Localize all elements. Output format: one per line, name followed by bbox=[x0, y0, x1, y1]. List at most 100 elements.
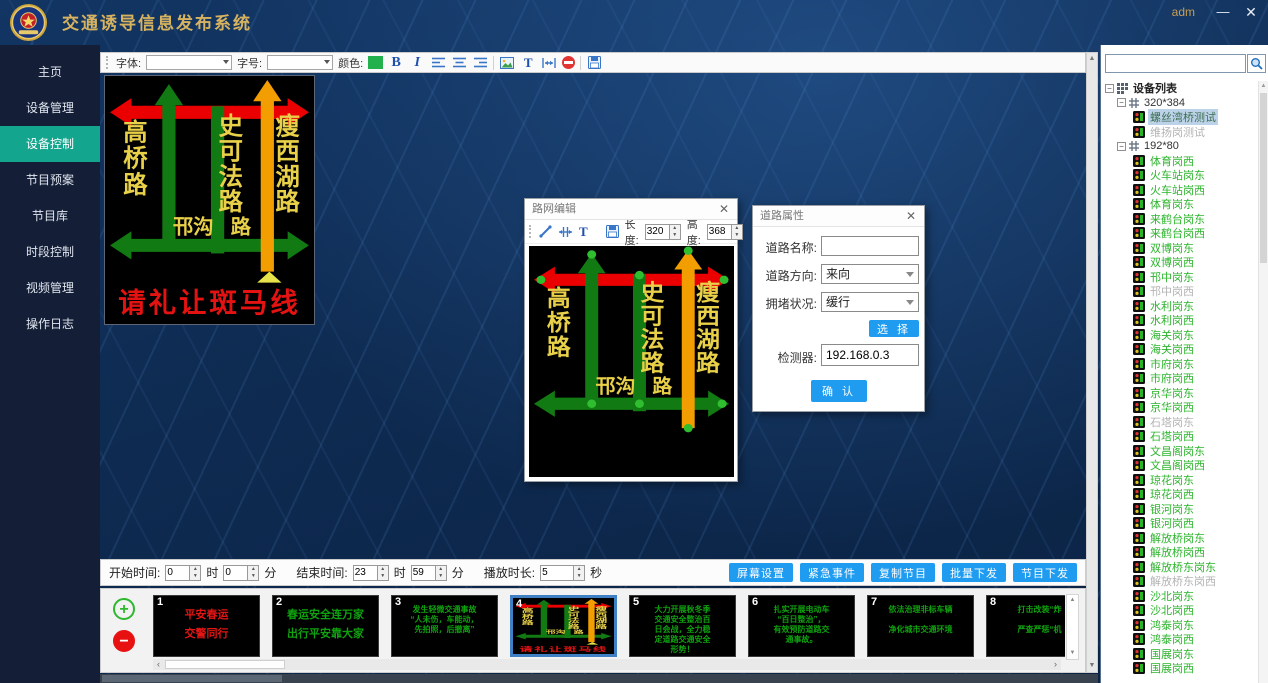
step-down-icon[interactable]: ▼ bbox=[732, 232, 742, 239]
tree-device-解放桥岗西[interactable]: 解放桥岗西 bbox=[1101, 545, 1259, 560]
align-center-icon[interactable] bbox=[451, 55, 467, 71]
start-hour-input[interactable] bbox=[165, 565, 190, 581]
program-thumbnail-4[interactable]: 4高桥路史可法路瘦西湖路邗沟路请礼让斑马线 bbox=[510, 595, 617, 657]
step-down-icon[interactable]: ▼ bbox=[378, 573, 388, 580]
collapse-toggle-icon[interactable]: − bbox=[1117, 142, 1126, 151]
sidebar-item-4[interactable]: 节目预案 bbox=[0, 162, 100, 198]
step-up-icon[interactable]: ▲ bbox=[670, 225, 680, 232]
tree-device-市府岗东[interactable]: 市府岗东 bbox=[1101, 357, 1259, 372]
edit-handle[interactable] bbox=[635, 271, 644, 279]
tree-device-文昌阁岗东[interactable]: 文昌阁岗东 bbox=[1101, 444, 1259, 459]
step-up-icon[interactable]: ▲ bbox=[574, 566, 584, 573]
road-direction-select[interactable]: 来向 bbox=[821, 264, 919, 284]
tree-device-维扬岗测试[interactable]: 维扬岗测试 bbox=[1101, 125, 1259, 140]
italic-icon[interactable]: I bbox=[409, 55, 425, 71]
tree-device-火车站岗东[interactable]: 火车站岗东 bbox=[1101, 168, 1259, 183]
edit-handle[interactable] bbox=[684, 246, 693, 254]
main-horizontal-scrollbar[interactable] bbox=[100, 674, 1098, 683]
road-name-input[interactable] bbox=[821, 236, 919, 256]
length-input[interactable] bbox=[645, 224, 670, 240]
tree-device-银河岗西[interactable]: 银河岗西 bbox=[1101, 516, 1259, 531]
playlist-vertical-scrollbar[interactable]: ▲ ▼ bbox=[1066, 594, 1079, 660]
minimize-button[interactable]: — bbox=[1212, 2, 1234, 22]
tree-device-琼花岗东[interactable]: 琼花岗东 bbox=[1101, 473, 1259, 488]
close-icon[interactable]: ✕ bbox=[904, 206, 918, 227]
sidebar-item-6[interactable]: 时段控制 bbox=[0, 234, 100, 270]
tree-device-琼花岗西[interactable]: 琼花岗西 bbox=[1101, 487, 1259, 502]
tree-device-国展岗西[interactable]: 国展岗西 bbox=[1101, 661, 1259, 676]
scroll-up-icon[interactable]: ▲ bbox=[1087, 53, 1097, 65]
step-down-icon[interactable]: ▼ bbox=[574, 573, 584, 580]
congestion-select[interactable]: 缓行 bbox=[821, 292, 919, 312]
collapse-toggle-icon[interactable]: − bbox=[1105, 84, 1114, 93]
scrollbar-thumb[interactable] bbox=[165, 660, 285, 669]
font-size-select[interactable] bbox=[267, 55, 333, 70]
step-up-icon[interactable]: ▲ bbox=[436, 566, 446, 573]
program-thumbnail-7[interactable]: 7依法治理非标车辆 净化城市交通环境 bbox=[867, 595, 974, 657]
sign-preview-canvas[interactable]: 高桥路史可法路瘦西湖路邗沟路请礼让斑马线 bbox=[104, 75, 315, 325]
align-left-icon[interactable] bbox=[430, 55, 446, 71]
insert-image-icon[interactable] bbox=[499, 55, 515, 71]
road-edit-canvas[interactable]: 高桥路史可法路瘦西湖路邗沟路 bbox=[529, 246, 734, 477]
select-detector-button[interactable]: 选 择 bbox=[869, 320, 919, 337]
tree-device-解放桥东岗东[interactable]: 解放桥东岗东 bbox=[1101, 560, 1259, 575]
scrollbar-thumb[interactable] bbox=[102, 675, 282, 682]
search-button[interactable] bbox=[1247, 54, 1266, 73]
end-hour-input[interactable] bbox=[353, 565, 378, 581]
end-minute-input[interactable] bbox=[411, 565, 436, 581]
tree-device-市府岗西[interactable]: 市府岗西 bbox=[1101, 371, 1259, 386]
tree-device-沙北岗东[interactable]: 沙北岗东 bbox=[1101, 589, 1259, 604]
insert-text-icon[interactable]: T bbox=[520, 55, 536, 71]
edit-handle[interactable] bbox=[718, 400, 727, 408]
step-down-icon[interactable]: ▼ bbox=[670, 232, 680, 239]
tree-device-双博岗东[interactable]: 双博岗东 bbox=[1101, 241, 1259, 256]
start-minute-input[interactable] bbox=[223, 565, 248, 581]
action-button-5[interactable]: 节目下发 bbox=[1013, 563, 1077, 582]
main-vertical-scrollbar[interactable]: ▲ ▼ bbox=[1086, 52, 1098, 673]
tree-device-海关岗西[interactable]: 海关岗西 bbox=[1101, 342, 1259, 357]
edit-handle[interactable] bbox=[684, 424, 693, 432]
color-swatch[interactable] bbox=[368, 56, 383, 69]
tree-device-京华岗西[interactable]: 京华岗西 bbox=[1101, 400, 1259, 415]
tree-device-京华岗东[interactable]: 京华岗东 bbox=[1101, 386, 1259, 401]
scrollbar-thumb[interactable] bbox=[1260, 93, 1267, 263]
sidebar-item-1[interactable]: 主页 bbox=[0, 54, 100, 90]
start-hour-stepper[interactable]: ▲▼ bbox=[165, 565, 201, 581]
tree-device-文昌阁岗西[interactable]: 文昌阁岗西 bbox=[1101, 458, 1259, 473]
sidebar-item-8[interactable]: 操作日志 bbox=[0, 306, 100, 342]
tree-device-螺丝湾桥测试[interactable]: 螺丝湾桥测试 bbox=[1101, 110, 1259, 125]
tree-device-鸿泰岗东[interactable]: 鸿泰岗东 bbox=[1101, 618, 1259, 633]
duration-input[interactable] bbox=[540, 565, 574, 581]
step-up-icon[interactable]: ▲ bbox=[190, 566, 200, 573]
step-up-icon[interactable]: ▲ bbox=[732, 225, 742, 232]
program-thumbnail-3[interactable]: 3发生轻微交通事故“人未伤，车能动，先拍照，后撤离” bbox=[391, 595, 498, 657]
tree-device-水利岗东[interactable]: 水利岗东 bbox=[1101, 299, 1259, 314]
edit-handle[interactable] bbox=[587, 400, 596, 408]
tree-device-双博岗西[interactable]: 双博岗西 bbox=[1101, 255, 1259, 270]
scroll-down-icon[interactable]: ▼ bbox=[1087, 660, 1097, 672]
collapse-toggle-icon[interactable]: − bbox=[1117, 98, 1126, 107]
detector-input[interactable] bbox=[821, 344, 919, 366]
start-minute-stepper[interactable]: ▲▼ bbox=[223, 565, 259, 581]
tree-device-鸿泰岗西[interactable]: 鸿泰岗西 bbox=[1101, 632, 1259, 647]
text-tool-icon[interactable]: T bbox=[579, 224, 588, 240]
scroll-right-icon[interactable]: › bbox=[1050, 659, 1061, 670]
program-thumbnail-8[interactable]: 8打击改装“炸 严查严惩“机 bbox=[986, 595, 1065, 657]
scroll-left-icon[interactable]: ‹ bbox=[153, 659, 164, 670]
tree-device-体育岗西[interactable]: 体育岗西 bbox=[1101, 154, 1259, 169]
program-thumbnail-1[interactable]: 1平安春运交警同行 bbox=[153, 595, 260, 657]
step-down-icon[interactable]: ▼ bbox=[248, 573, 258, 580]
device-search-input[interactable] bbox=[1105, 54, 1246, 73]
step-up-icon[interactable]: ▲ bbox=[248, 566, 258, 573]
font-select[interactable] bbox=[146, 55, 232, 70]
tree-group-320*384[interactable]: −320*384 bbox=[1101, 96, 1259, 111]
duration-stepper[interactable]: ▲▼ bbox=[540, 565, 585, 581]
tree-device-邗中岗东[interactable]: 邗中岗东 bbox=[1101, 270, 1259, 285]
save-icon[interactable] bbox=[586, 55, 602, 71]
step-down-icon[interactable]: ▼ bbox=[190, 573, 200, 580]
tree-root-device-list[interactable]: −设备列表 bbox=[1101, 81, 1259, 96]
edit-handle[interactable] bbox=[587, 250, 596, 258]
height-input[interactable] bbox=[707, 224, 732, 240]
step-up-icon[interactable]: ▲ bbox=[378, 566, 388, 573]
tree-device-国展岗东[interactable]: 国展岗东 bbox=[1101, 647, 1259, 662]
